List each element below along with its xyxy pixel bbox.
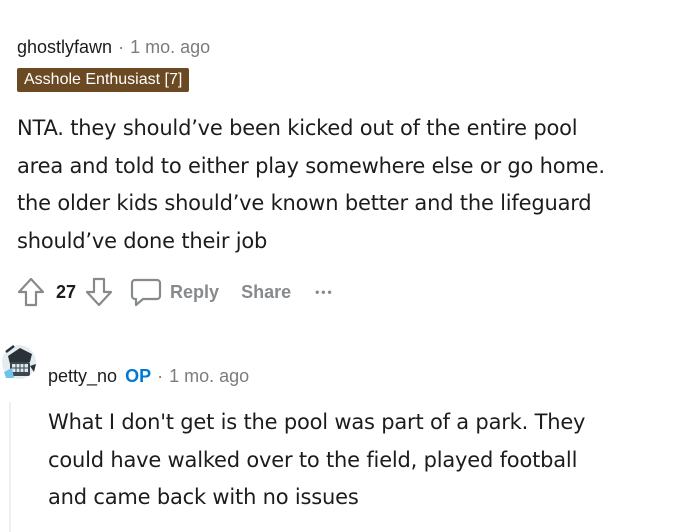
separator-dot: · — [157, 366, 164, 386]
comment-reply: petty_no OP · 1 mo. ago What I don't get is… — [0, 330, 700, 532]
comment-timestamp[interactable]: 1 mo. ago — [169, 366, 249, 386]
avatar[interactable] — [0, 342, 38, 382]
downvote-icon — [85, 277, 113, 307]
upvote-button[interactable] — [14, 275, 48, 309]
upvote-icon — [17, 277, 45, 307]
comment-timestamp[interactable]: 1 mo. ago — [130, 37, 210, 57]
comment-meta: petty_no OP · 1 mo. ago — [48, 364, 249, 388]
share-button[interactable]: Share — [241, 282, 291, 303]
comment-body: NTA. they should’ve been kicked out of t… — [17, 116, 605, 253]
more-options-button[interactable]: ••• — [315, 285, 334, 299]
reply-label: Reply — [170, 281, 220, 302]
comment-author[interactable]: ghostlyfawn — [17, 37, 112, 57]
comment-bubble-icon — [130, 278, 162, 307]
comment-body: What I don't get is the pool was part of… — [48, 410, 586, 509]
op-badge: OP — [125, 366, 152, 386]
share-label: Share — [241, 281, 292, 302]
comment-author[interactable]: petty_no — [48, 366, 117, 386]
thread-line[interactable] — [9, 402, 11, 532]
avatar-icon — [2, 345, 36, 379]
downvote-button[interactable] — [82, 275, 116, 309]
comment-meta: ghostlyfawn · 1 mo. ago — [17, 35, 210, 59]
more-dots-icon: ••• — [315, 285, 334, 299]
user-flair: Asshole Enthusiast [7] — [17, 68, 190, 92]
separator-dot: · — [118, 37, 125, 57]
vote-score: 27 — [56, 281, 77, 302]
comment-actions: 27 Reply Share ••• — [14, 274, 334, 310]
reply-button[interactable]: Reply — [130, 277, 219, 307]
comment: ghostlyfawn · 1 mo. ago Asshole Enthusiast… — [0, 0, 700, 320]
